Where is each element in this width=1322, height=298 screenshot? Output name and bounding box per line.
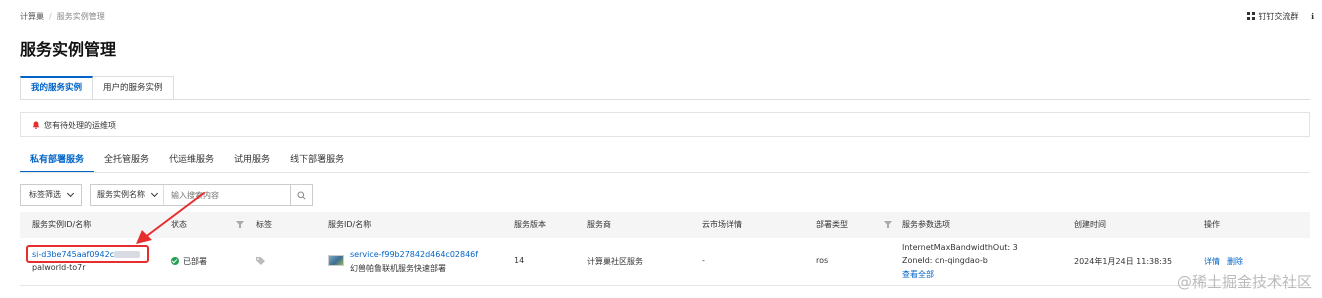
col-tags: 标签 xyxy=(256,220,272,229)
deploy-type-filter-icon[interactable] xyxy=(884,221,892,228)
watermark: @稀土掘金技术社区 xyxy=(1176,273,1312,291)
table-row: si-d3be745aaf0942c palworld-to7r 已部署 ser… xyxy=(20,238,1310,286)
tab-fully-managed[interactable]: 全托管服务 xyxy=(94,150,159,173)
breadcrumb-current: 服务实例管理 xyxy=(56,12,105,21)
breadcrumb-separator: / xyxy=(49,12,52,21)
bell-alert-icon xyxy=(32,121,40,129)
service-thumbnail xyxy=(328,255,344,266)
col-market: 云市场详情 xyxy=(702,220,742,229)
tag-icon[interactable] xyxy=(256,257,265,265)
breadcrumb: 计算巢 / 服务实例管理 xyxy=(20,11,105,22)
created-time: 2024年1月24日 11:38:35 xyxy=(1074,257,1173,266)
param-bandwidth: InternetMaxBandwidthOut: 3 xyxy=(902,243,1018,252)
primary-tabs: 我的服务实例 用户的服务实例 xyxy=(20,76,174,100)
status-text: 已部署 xyxy=(183,257,207,266)
instance-name: palworld-to7r xyxy=(32,263,86,272)
notice-text: 您有待处理的运维项 xyxy=(44,121,116,130)
table-header: 服务实例ID/名称 状态 标签 服务ID/名称 服务版本 服务商 云市场详情 部… xyxy=(20,212,1310,238)
provider-value: 计算巢社区服务 xyxy=(587,257,643,266)
delete-link[interactable]: 删除 xyxy=(1227,256,1243,267)
col-provider: 服务商 xyxy=(587,220,611,229)
search-icon xyxy=(297,191,306,200)
service-id-link[interactable]: service-f99b27842d464c02846f xyxy=(350,250,478,259)
bookmark-icon[interactable]: ℹ xyxy=(1311,12,1314,21)
tag-filter-label: 标签筛选 xyxy=(29,190,61,199)
check-circle-icon xyxy=(171,257,179,265)
param-zone: ZoneId: cn-qingdao-b xyxy=(902,256,988,265)
tab-managed-ops[interactable]: 代运维服务 xyxy=(159,150,224,173)
search-button[interactable] xyxy=(291,184,313,206)
col-version: 服务版本 xyxy=(514,220,546,229)
tabs2-divider xyxy=(20,172,1310,173)
service-name: 幻兽帕鲁联机服务快速部署 xyxy=(350,264,446,273)
tabs-divider xyxy=(20,99,1310,100)
version-value: 14 xyxy=(514,256,525,265)
tag-filter-button[interactable]: 标签筛选 xyxy=(20,184,82,206)
view-all-params-link[interactable]: 查看全部 xyxy=(902,269,934,280)
deployment-type-tabs: 私有部署服务 全托管服务 代运维服务 试用服务 线下部署服务 xyxy=(20,150,354,173)
status-cell: 已部署 xyxy=(171,256,207,267)
market-value: - xyxy=(702,256,705,265)
col-params: 服务参数选项 xyxy=(902,220,950,229)
tab-private-deploy[interactable]: 私有部署服务 xyxy=(20,150,95,173)
breadcrumb-root[interactable]: 计算巢 xyxy=(20,12,44,21)
deploy-type-value: ros xyxy=(816,256,829,265)
col-instance-id: 服务实例ID/名称 xyxy=(32,220,92,229)
col-created: 创建时间 xyxy=(1074,220,1106,229)
tab-user-instances[interactable]: 用户的服务实例 xyxy=(93,76,174,100)
col-deploy-type: 部署类型 xyxy=(816,220,848,229)
tab-my-instances[interactable]: 我的服务实例 xyxy=(20,76,94,100)
col-service-id: 服务ID/名称 xyxy=(328,220,372,229)
dingtalk-label: 钉钉交流群 xyxy=(1258,12,1299,21)
dingtalk-link[interactable]: 钉钉交流群 xyxy=(1247,12,1298,21)
annotation-arrow-icon xyxy=(136,192,205,244)
col-actions: 操作 xyxy=(1204,220,1220,229)
tab-trial[interactable]: 试用服务 xyxy=(224,150,280,173)
chevron-down-icon xyxy=(66,189,75,198)
tab-offline-deploy[interactable]: 线下部署服务 xyxy=(280,150,354,173)
detail-link[interactable]: 详情 xyxy=(1204,256,1220,267)
page-title: 服务实例管理 xyxy=(20,40,117,59)
qr-grid-icon xyxy=(1247,12,1256,20)
top-right-links: 钉钉交流群 ℹ xyxy=(1247,11,1314,22)
pending-ops-notice[interactable]: 您有待处理的运维项 xyxy=(20,112,1310,137)
status-filter-icon[interactable] xyxy=(236,221,244,228)
